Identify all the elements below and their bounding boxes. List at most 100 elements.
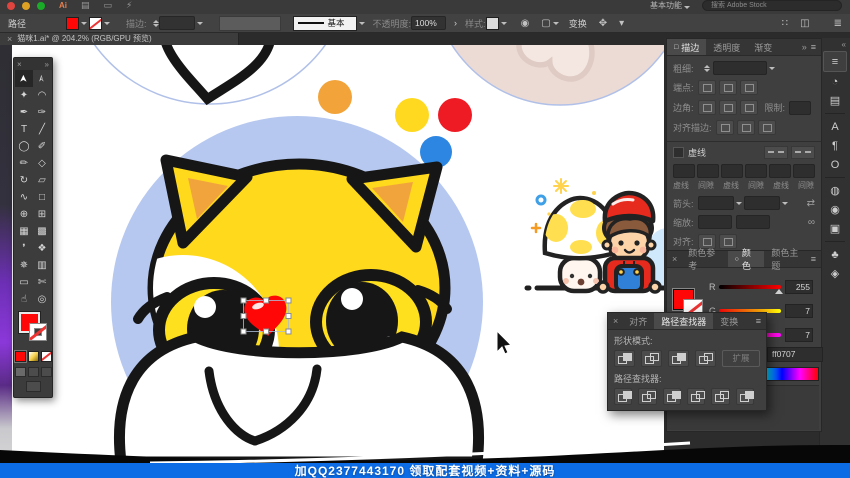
app-menu-icon[interactable]: ≣ [834,18,842,29]
limit-field[interactable] [789,101,811,115]
panel-close-icon[interactable]: × [613,316,618,326]
scale-end-field[interactable] [736,215,770,229]
minus-back-button[interactable] [736,388,754,405]
crop-button[interactable] [687,388,705,405]
weight-field[interactable] [713,61,767,75]
swap-arrowheads-icon[interactable]: ⇄ [807,198,815,209]
panel-menu-icon[interactable]: ≡ [811,254,816,264]
fill-stroke-indicator[interactable] [18,312,48,348]
trim-button[interactable] [638,388,656,405]
divide-button[interactable] [614,388,632,405]
intersect-button[interactable] [668,350,689,367]
shape-builder-tool[interactable]: ⊕ [15,206,33,223]
tab-align[interactable]: 对齐 [622,313,654,329]
green-value-field[interactable]: 7 [785,304,813,318]
blue-value-field[interactable]: 7 [785,328,813,342]
exclude-button[interactable] [695,350,716,367]
weight-stepper[interactable] [704,65,710,72]
outline-button[interactable] [711,388,729,405]
recolor-artwork-icon[interactable]: ◉ [521,18,530,29]
appearance-panel-icon[interactable]: ◔ [824,72,846,91]
mesh-tool[interactable]: ▦ [15,223,33,240]
swatches-panel-icon[interactable]: ≡ [823,51,847,72]
ellipse-tool[interactable]: ◯ [15,138,33,155]
scale-tool[interactable]: ▱ [33,172,51,189]
paragraph-panel-icon[interactable]: ¶ [824,136,846,155]
layers-panel-icon[interactable]: ◈ [824,264,846,283]
tab-transparency[interactable]: 透明度 [706,39,747,55]
rotate-tool[interactable]: ↻ [15,172,33,189]
gradient-tool[interactable]: ▩ [33,223,51,240]
zoom-tool[interactable]: ◎ [33,291,51,308]
arrow-align-end-button[interactable] [719,234,737,249]
save-icon[interactable]: ▭ [104,0,113,11]
line-segment-tool[interactable]: ╱ [33,121,51,138]
paintbrush-tool[interactable]: ✐ [33,138,51,155]
neighbor-artwork-heart[interactable] [68,44,352,106]
character-panel-icon[interactable]: A [824,117,846,136]
toolbar-close-icon[interactable]: × [17,60,22,69]
blend-tool[interactable]: ❖ [33,240,51,257]
arrange-documents-icon[interactable]: ∷ [782,18,788,29]
dash-field-3[interactable] [769,164,791,178]
selection-tool[interactable]: ➤ [15,70,33,87]
document-tab[interactable]: × 猫咪1.ai* @ 204.2% (RGB/GPU 预览) [0,32,239,45]
canvas[interactable] [12,44,664,463]
direct-selection-tool[interactable]: ➣ [33,70,51,87]
arrowhead-end-dropdown[interactable] [744,196,780,210]
share-icon[interactable]: ⚡ [126,0,132,11]
scale-start-field[interactable] [698,215,732,229]
panel-menu-icon[interactable]: ≡ [756,316,761,326]
tab-color-guide[interactable]: 颜色参考 [681,251,727,267]
tab-pathfinder[interactable]: 路径查找器 [654,313,713,329]
column-graph-tool[interactable]: ▥ [33,257,51,274]
more-options-icon[interactable]: ▾ [619,18,624,29]
reference-artwork-mario[interactable] [527,179,664,292]
stroke-swatch[interactable] [29,323,47,341]
cap-projecting-button[interactable] [740,80,758,95]
dash-preset-1-button[interactable] [764,146,788,159]
panel-close-icon[interactable]: × [672,254,677,264]
artboards-panel-icon[interactable]: ▣ [824,219,846,238]
lasso-tool[interactable]: ◠ [33,87,51,104]
close-document-icon[interactable]: × [7,34,12,44]
tab-color-themes[interactable]: 颜色主题 [764,251,810,267]
brushes-panel-icon[interactable]: ◉ [824,200,846,219]
minimize-window-button[interactable] [22,2,30,10]
tab-stroke[interactable]: □ 描边 [667,39,706,55]
width-tool[interactable]: ∿ [15,189,33,206]
tab-transform[interactable]: 变换 [713,313,745,329]
dash-preset-2-button[interactable] [791,146,815,159]
tab-gradient[interactable]: 渐变 [747,39,779,55]
zoom-window-button[interactable] [37,2,45,10]
eyedropper-tool[interactable]: ❜ [15,240,33,257]
minus-front-button[interactable] [641,350,662,367]
document-layout-icon[interactable]: ◫ [800,18,809,29]
cap-butt-button[interactable] [698,80,716,95]
align-icon[interactable]: ✥ [599,18,607,29]
pen-tool[interactable]: ✒ [15,104,33,121]
stroke-weight-stepper[interactable] [153,20,159,27]
width-profile-dropdown[interactable]: 基本 [293,16,357,31]
slice-tool[interactable]: ✄ [33,274,51,291]
fill-color-swatch[interactable] [66,17,79,30]
gradient-mode-button[interactable] [28,351,39,362]
stroke-color-swatch[interactable] [89,17,102,30]
close-window-button[interactable] [7,2,15,10]
hex-value-field[interactable]: ff0707 [767,347,823,362]
magic-wand-tool[interactable]: ✦ [15,87,33,104]
opacity-more-icon[interactable]: › [454,18,457,28]
free-transform-tool[interactable]: □ [33,189,51,206]
color-mode-button[interactable] [15,351,26,362]
none-mode-button[interactable] [41,351,52,362]
hand-tool[interactable]: ☝ [15,291,33,308]
stock-search-input[interactable]: 搜索 Adobe Stock [702,0,842,11]
opentype-panel-icon[interactable]: O [824,155,846,174]
libraries-panel-icon[interactable]: ▤ [824,91,846,110]
artboard-tool[interactable]: ▭ [15,274,33,291]
panel-collapse-icon[interactable]: » [802,42,807,52]
red-value-field[interactable]: 255 [785,280,813,294]
gap-field-2[interactable] [745,164,767,178]
collapse-panels-icon[interactable]: « [842,40,850,49]
screen-mode-button[interactable] [26,381,41,392]
